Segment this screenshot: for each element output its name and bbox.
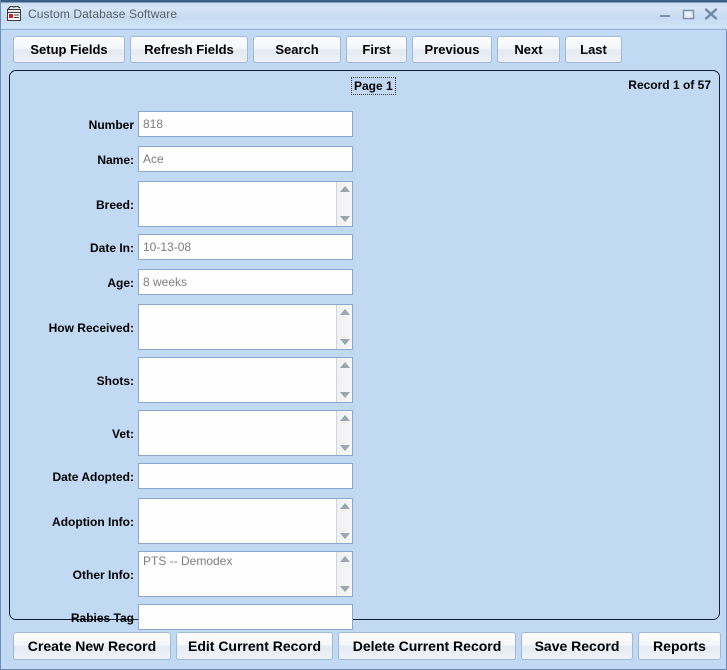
delete-current-record-button[interactable]: Delete Current Record bbox=[338, 632, 516, 660]
toolbar: Setup Fields Refresh Fields Search First Pre… bbox=[1, 30, 727, 68]
scroll-down-arrow-icon[interactable] bbox=[340, 445, 350, 451]
scroll-down-arrow-icon[interactable] bbox=[340, 586, 350, 592]
record-counter: Record 1 of 57 bbox=[628, 78, 711, 92]
field-label-vet: Vet: bbox=[111, 427, 134, 441]
close-icon[interactable] bbox=[702, 6, 720, 22]
scrollbar-adoption-info[interactable] bbox=[336, 499, 352, 543]
field-label-other-info: Other Info: bbox=[72, 568, 134, 582]
field-label-age: Age: bbox=[107, 276, 134, 290]
field-row-how-received: How Received: bbox=[10, 304, 710, 350]
scroll-up-arrow-icon[interactable] bbox=[340, 415, 350, 421]
field-input-vet[interactable] bbox=[138, 410, 353, 456]
edit-current-record-button[interactable]: Edit Current Record bbox=[176, 632, 333, 660]
field-input-other-info[interactable]: PTS -- Demodex bbox=[138, 551, 353, 597]
setup-fields-button[interactable]: Setup Fields bbox=[13, 36, 125, 63]
field-label-number: Number bbox=[88, 118, 134, 132]
field-row-vet: Vet: bbox=[10, 410, 710, 456]
reports-button[interactable]: Reports bbox=[638, 632, 721, 660]
field-input-name[interactable]: Ace bbox=[138, 146, 353, 172]
scrollbar-how-received[interactable] bbox=[336, 305, 352, 349]
field-input-adoption-info[interactable] bbox=[138, 498, 353, 544]
field-value-name: Ace bbox=[143, 152, 164, 166]
field-label-breed: Breed: bbox=[95, 198, 134, 212]
field-label-name: Name: bbox=[97, 153, 134, 167]
field-row-breed: Breed: bbox=[10, 181, 710, 227]
next-record-button[interactable]: Next bbox=[497, 36, 560, 63]
field-value-number: 818 bbox=[143, 117, 164, 131]
action-bar: Create New Record Edit Current Record Dele… bbox=[1, 626, 727, 670]
field-input-date-adopted[interactable] bbox=[138, 463, 353, 489]
field-row-adoption-info: Adoption Info: bbox=[10, 498, 710, 544]
maximize-icon[interactable] bbox=[679, 6, 697, 22]
title-bar: Custom Database Software bbox=[1, 0, 727, 30]
field-input-number[interactable]: 818 bbox=[138, 111, 353, 137]
field-label-shots: Shots: bbox=[96, 374, 134, 388]
field-label-date-in: Date In: bbox=[89, 241, 134, 255]
record-panel: Page 1 Record 1 of 57 Number 818 Name: Ace B… bbox=[9, 70, 720, 630]
scrollbar-shots[interactable] bbox=[336, 358, 352, 402]
field-row-date-adopted: Date Adopted: bbox=[10, 463, 710, 489]
create-new-record-button[interactable]: Create New Record bbox=[13, 632, 171, 660]
field-label-adoption-info: Adoption Info: bbox=[52, 515, 134, 529]
scroll-up-arrow-icon[interactable] bbox=[340, 503, 350, 509]
field-row-age: Age: 8 weeks bbox=[10, 269, 710, 295]
scroll-up-arrow-icon[interactable] bbox=[340, 309, 350, 315]
field-input-how-received[interactable] bbox=[138, 304, 353, 350]
field-value-age: 8 weeks bbox=[143, 275, 188, 289]
field-input-shots[interactable] bbox=[138, 357, 353, 403]
first-record-button[interactable]: First bbox=[346, 36, 407, 63]
scroll-down-arrow-icon[interactable] bbox=[340, 216, 350, 222]
field-value-date-in: 10-13-08 bbox=[143, 240, 192, 254]
field-input-breed[interactable] bbox=[138, 181, 353, 227]
page-indicator[interactable]: Page 1 bbox=[351, 77, 396, 95]
field-value-other-info: PTS -- Demodex bbox=[143, 554, 233, 568]
window-title: Custom Database Software bbox=[28, 7, 178, 21]
scroll-down-arrow-icon[interactable] bbox=[340, 392, 350, 398]
search-button[interactable]: Search bbox=[253, 36, 341, 63]
database-window-icon bbox=[6, 5, 23, 22]
scroll-up-arrow-icon[interactable] bbox=[340, 362, 350, 368]
field-row-other-info: Other Info: PTS -- Demodex bbox=[10, 551, 710, 597]
application-window: Custom Database Software Setup Fields Ref… bbox=[0, 0, 727, 670]
field-row-number: Number 818 bbox=[10, 111, 710, 137]
field-row-shots: Shots: bbox=[10, 357, 710, 403]
refresh-fields-button[interactable]: Refresh Fields bbox=[130, 36, 248, 63]
field-input-age[interactable]: 8 weeks bbox=[138, 269, 353, 295]
field-row-date-in: Date In: 10-13-08 bbox=[10, 234, 710, 260]
scroll-down-arrow-icon[interactable] bbox=[340, 533, 350, 539]
scroll-down-arrow-icon[interactable] bbox=[340, 339, 350, 345]
scrollbar-vet[interactable] bbox=[336, 411, 352, 455]
field-label-how-received: How Received: bbox=[48, 321, 134, 335]
field-label-rabies-tag: Rabies Tag bbox=[70, 611, 134, 625]
last-record-button[interactable]: Last bbox=[565, 36, 622, 63]
save-record-button[interactable]: Save Record bbox=[521, 632, 633, 660]
scroll-up-arrow-icon[interactable] bbox=[340, 556, 350, 562]
field-label-date-adopted: Date Adopted: bbox=[52, 470, 134, 484]
scroll-up-arrow-icon[interactable] bbox=[340, 186, 350, 192]
previous-record-button[interactable]: Previous bbox=[412, 36, 492, 63]
field-input-date-in[interactable]: 10-13-08 bbox=[138, 234, 353, 260]
scrollbar-breed[interactable] bbox=[336, 182, 352, 226]
field-row-name: Name: Ace bbox=[10, 146, 710, 172]
minimize-icon[interactable] bbox=[656, 6, 674, 22]
scrollbar-other-info[interactable] bbox=[336, 552, 352, 596]
